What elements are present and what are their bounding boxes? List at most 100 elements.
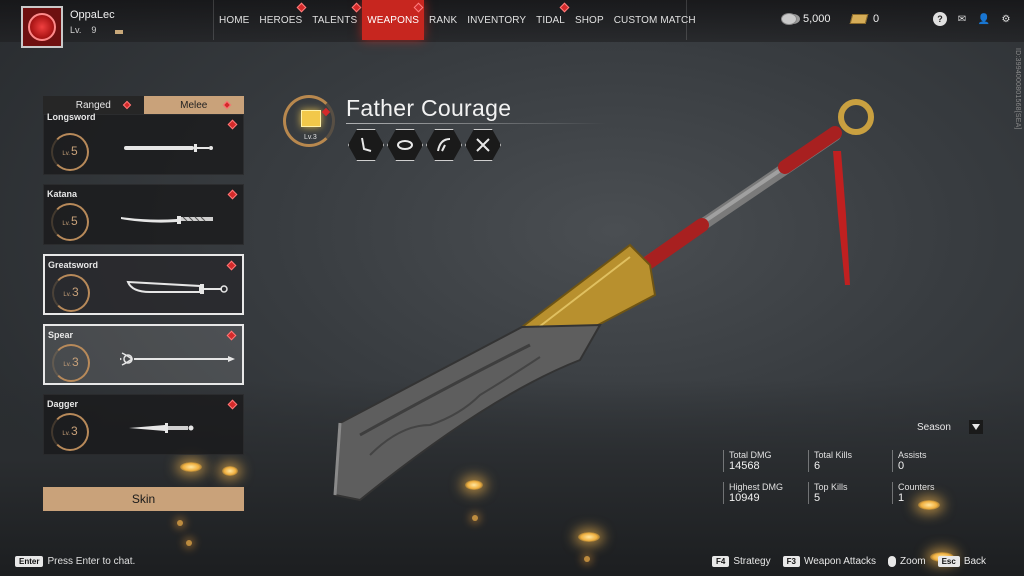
nav-item-label: SHOP [574,14,604,26]
ticket-balance: 0 [849,13,880,25]
dagger-icon [129,423,194,433]
weapon-level-ring: Lv. 3 [51,413,89,451]
weapon-card-greatsword[interactable]: Greatsword Lv. 3 [43,254,244,315]
weapon-card-spear[interactable]: Spear Lv. 3 [43,324,244,385]
stat-label: Assists [898,450,927,460]
nav-item-heroes[interactable]: HEROES [254,0,307,40]
chevron-down-icon [968,420,983,434]
stat-total-kills: Total Kills 6 [808,450,888,472]
weapon-level-emblem: Lv.3 [283,95,335,147]
stat-value: 6 [814,460,821,472]
nav-item-label: WEAPONS [367,14,420,26]
stat-label: Top Kills [814,482,848,492]
level-progress-bar [115,30,123,34]
stat-label: Counters [898,482,935,492]
nav-item-weapons[interactable]: WEAPONS [362,0,425,40]
stat-value: 10949 [729,492,760,504]
weapon-card-katana[interactable]: Katana Lv. 5 [43,184,244,245]
stat-highest-dmg: Highest DMG 10949 [723,482,803,504]
weapon-card-name: Greatsword [48,260,99,270]
weapon-level-label: Lv. [63,292,71,298]
key-badge: Esc [937,556,960,567]
chat-hint[interactable]: Enter Press Enter to chat. [15,556,135,567]
notification-dot-icon [413,2,424,13]
notification-dot-icon [351,2,362,13]
chat-hint-text: Press Enter to chat. [47,556,136,567]
weapon-level-value: 3 [71,285,79,299]
hint-weapon-attacks[interactable]: F3 Weapon Attacks [782,556,877,567]
weapon-level-label: Lv. [62,221,70,227]
ticket-amount: 0 [873,13,880,25]
stat-top-kills: Top Kills 5 [808,482,888,504]
nav-item-inventory[interactable]: INVENTORY [462,0,531,40]
notification-dot-icon [227,189,238,200]
hint-strategy[interactable]: F4 Strategy [712,556,771,567]
mouse-icon [888,556,897,567]
weapon-card-name: Katana [47,189,78,199]
hint-zoom[interactable]: Zoom [888,556,926,567]
weapon-card-dagger[interactable]: Dagger Lv. 3 [43,394,244,455]
notification-dot-icon [122,100,131,110]
weapon-level-ring: Lv. 5 [51,133,89,171]
katana-icon [121,216,213,224]
enter-key-badge: Enter [15,556,44,567]
floating-lantern [578,532,600,542]
hint-label: Strategy [733,556,771,567]
stat-value: 14568 [729,460,760,472]
weapon-level-label: Lv. [62,151,70,157]
stat-label: Highest DMG [729,482,784,492]
friends-icon[interactable]: 👤 [977,12,991,26]
weapon-level-ring: Lv. 3 [52,344,90,382]
hint-back[interactable]: Esc Back [937,556,986,567]
nav-item-tidal[interactable]: TIDAL [531,0,570,40]
season-dropdown[interactable]: Season [917,420,983,434]
top-utility-icons: ? ✉ 👤 ⚙ [933,12,1013,26]
weapon-card-name: Longsword [47,112,96,122]
lantern-reflection [177,520,183,526]
hint-label: Weapon Attacks [803,556,877,567]
tab-melee[interactable]: Melee [143,96,244,114]
stat-assists: Assists 0 [892,450,972,472]
notification-dot-icon [296,2,307,13]
help-icon[interactable]: ? [933,12,947,26]
player-avatar[interactable] [21,6,63,48]
player-level-value: 9 [91,25,97,35]
stat-label: Total DMG [729,450,772,460]
skin-button[interactable]: Skin [43,487,244,511]
stat-total-dmg: Total DMG 14568 [723,450,803,472]
tab-melee-label: Melee [180,99,208,111]
stat-value: 5 [814,492,821,504]
nav-item-talents[interactable]: TALENTS [307,0,362,40]
greatsword-icon [126,280,228,294]
stat-counters: Counters 1 [892,482,972,504]
nav-item-label: HEROES [259,14,303,26]
main-nav: HOME HEROES TALENTS WEAPONS RANK INVENTORY TID… [213,0,701,40]
weapon-card-longsword[interactable]: Longsword Lv. 5 [43,112,244,175]
spear-icon [120,352,235,366]
stat-value: 1 [898,492,905,504]
notification-dot-icon [226,260,237,271]
player-name: OppaLec [70,9,115,21]
nav-item-home[interactable]: HOME [214,0,254,40]
settings-gear-icon[interactable]: ⚙ [999,12,1013,26]
notification-dot-icon [227,399,238,410]
stat-label: Total Kills [814,450,853,460]
weapon-level-value: 5 [70,214,78,228]
weapon-level-value: 3 [71,355,79,369]
lantern-reflection [584,556,590,562]
weapon-level-value: 3 [70,424,78,438]
nav-item-label: TIDAL [536,14,565,26]
player-level-label: Lv. [70,25,82,35]
nav-item-label: HOME [219,14,250,26]
nav-item-rank[interactable]: RANK [424,0,462,40]
weapon-card-name: Dagger [47,399,79,409]
nav-item-shop[interactable]: SHOP [570,0,609,40]
key-badge: F3 [782,556,800,567]
mail-icon[interactable]: ✉ [955,12,969,26]
coin-icon [781,13,797,25]
weapon-model-image [333,99,874,502]
coin-balance: 5,000 [781,13,831,25]
keyboard-hints: F4 Strategy F3 Weapon Attacks Zoom Esc B… [712,556,986,567]
weapon-level-ring: Lv. 5 [51,203,89,241]
server-id: ID:3994000801568[SEA] [1014,48,1021,130]
